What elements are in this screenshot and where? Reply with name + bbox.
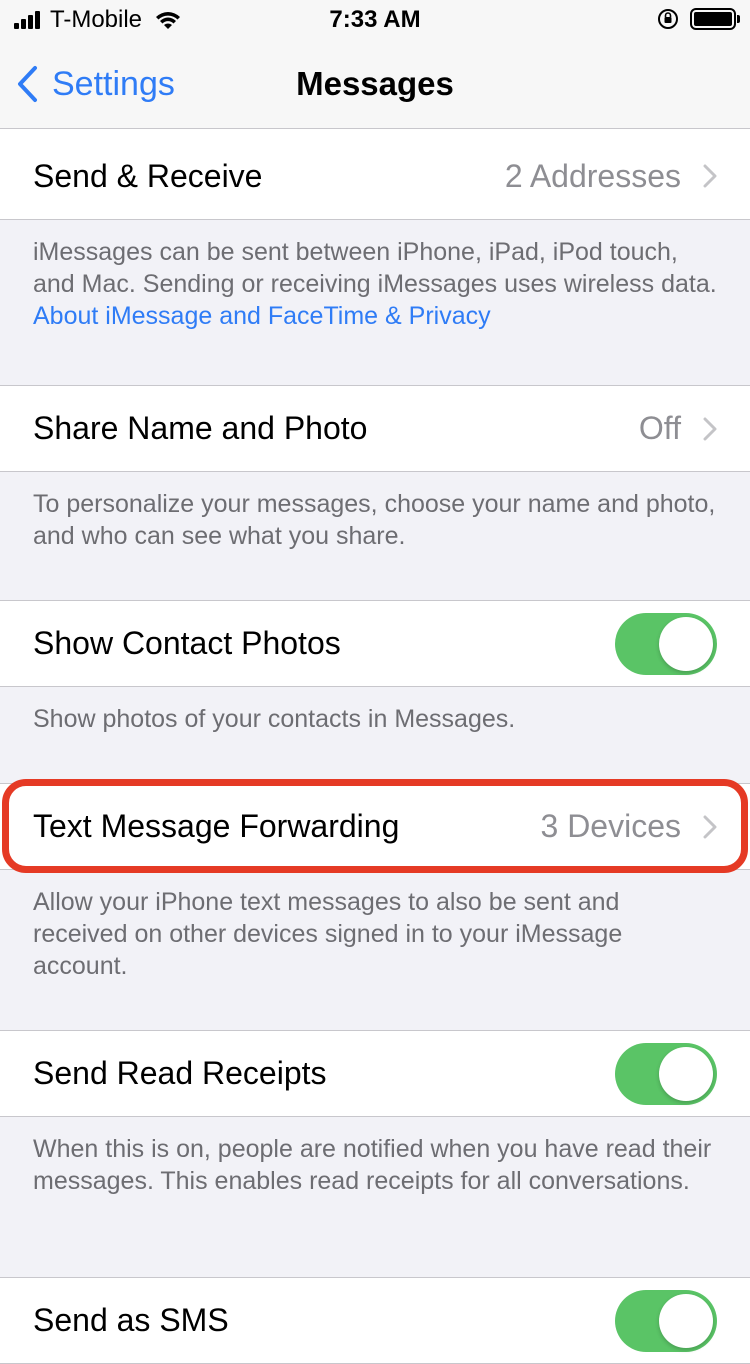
status-right [656, 7, 740, 31]
chevron-right-icon [703, 164, 717, 188]
read-receipts-cell: Send Read Receipts [0, 1030, 750, 1117]
forwarding-footer: Allow your iPhone text messages to also … [0, 870, 750, 1030]
imessage-privacy-link[interactable]: About iMessage and FaceTime & Privacy [33, 302, 491, 330]
send-receive-footer: iMessages can be sent between iPhone, iP… [0, 220, 750, 385]
send-sms-toggle[interactable] [615, 1289, 717, 1352]
send-receive-label: Send & Receive [33, 157, 263, 194]
toggle-knob [659, 1293, 713, 1348]
status-time: 7:33 AM [329, 6, 421, 33]
orientation-lock-icon [658, 9, 678, 29]
chevron-right-icon [703, 815, 717, 838]
contact-photos-footer: Show photos of your contacts in Messages… [0, 687, 750, 783]
send-sms-cell: Send as SMS [0, 1277, 750, 1364]
read-receipts-toggle[interactable] [615, 1042, 717, 1105]
contact-photos-toggle[interactable] [615, 612, 717, 675]
status-bar: T-Mobile 7:33 AM [0, 0, 750, 40]
share-name-footer: To personalize your messages, choose you… [0, 472, 750, 600]
read-receipts-footer-text: When this is on, people are notified whe… [33, 1135, 712, 1195]
send-sms-label: Send as SMS [33, 1302, 229, 1338]
share-name-cell[interactable]: Share Name and Photo Off [0, 385, 750, 472]
battery-icon [690, 8, 740, 30]
chevron-right-icon [703, 417, 717, 440]
send-receive-cell[interactable]: Send & Receive 2 Addresses [0, 133, 750, 220]
read-receipts-footer: When this is on, people are notified whe… [0, 1117, 750, 1277]
forwarding-cell[interactable]: Text Message Forwarding 3 Devices [0, 783, 750, 870]
share-name-label: Share Name and Photo [33, 410, 368, 446]
share-name-detail: Off [638, 410, 681, 446]
send-receive-footer-text: iMessages can be sent between iPhone, iP… [33, 238, 717, 298]
toggle-knob [659, 616, 713, 671]
contact-photos-cell: Show Contact Photos [0, 600, 750, 687]
contact-photos-label: Show Contact Photos [33, 625, 341, 661]
nav-bar: Settings Messages [0, 40, 750, 128]
contact-photos-footer-text: Show photos of your contacts in Messages… [33, 705, 516, 733]
page-title: Messages [296, 65, 454, 102]
forwarding-label: Text Message Forwarding [33, 808, 400, 844]
settings-list: Send & Receive 2 Addresses iMessages can… [0, 128, 750, 1364]
toggle-knob [659, 1046, 713, 1101]
forwarding-footer-text: Allow your iPhone text messages to also … [33, 888, 623, 980]
forwarding-group: Text Message Forwarding 3 Devices [0, 779, 750, 873]
read-receipts-label: Send Read Receipts [33, 1055, 327, 1091]
send-receive-detail: 2 Addresses [504, 157, 681, 194]
forwarding-detail: 3 Devices [540, 808, 682, 844]
share-name-footer-text: To personalize your messages, choose you… [33, 490, 716, 550]
